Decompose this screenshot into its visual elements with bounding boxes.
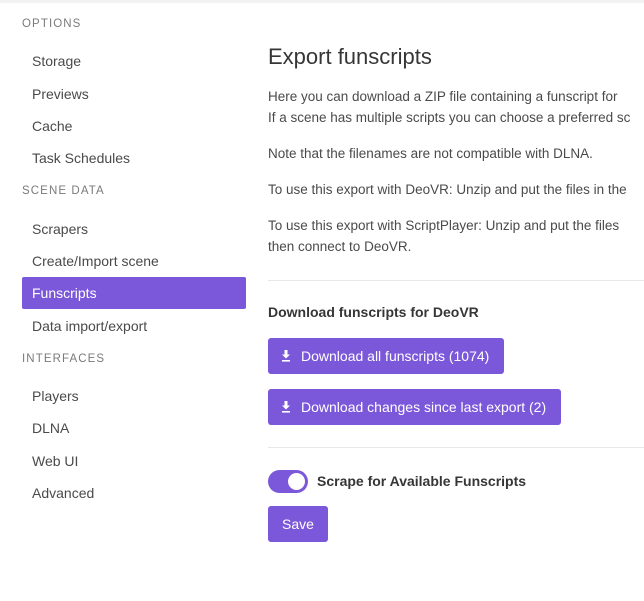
- sidebar-item-funscripts[interactable]: Funscripts: [22, 277, 246, 309]
- download-all-label: Download all funscripts (1074): [301, 348, 490, 364]
- download-heading: Download funscripts for DeoVR: [268, 304, 479, 320]
- toggle-knob: [288, 473, 305, 490]
- sidebar-item-dlna[interactable]: DLNA: [22, 412, 246, 444]
- section-label-options: OPTIONS: [22, 18, 82, 30]
- divider: [268, 447, 644, 448]
- sidebar-item-task-schedules[interactable]: Task Schedules: [22, 142, 246, 174]
- download-icon: [282, 401, 290, 413]
- settings-sidebar: OPTIONS Storage Previews Cache Task Sche…: [0, 0, 260, 601]
- deovr-instructions: To use this export with DeoVR: Unzip and…: [268, 182, 627, 197]
- sidebar-item-data-import-export[interactable]: Data import/export: [22, 310, 246, 342]
- sidebar-item-players[interactable]: Players: [22, 380, 246, 412]
- intro-text-line-2: If a scene has multiple scripts you can …: [268, 110, 631, 125]
- download-changes-button[interactable]: Download changes since last export (2): [268, 389, 562, 425]
- scrape-funscripts-label: Scrape for Available Funscripts: [317, 473, 527, 489]
- sidebar-item-advanced[interactable]: Advanced: [22, 477, 246, 509]
- download-all-button[interactable]: Download all funscripts (1074): [268, 338, 505, 374]
- sidebar-item-cache[interactable]: Cache: [22, 110, 246, 142]
- download-icon: [282, 350, 290, 362]
- scriptplayer-instructions-line-1: To use this export with ScriptPlayer: Un…: [268, 218, 620, 233]
- intro-text-line-1: Here you can download a ZIP file contain…: [268, 89, 618, 104]
- funscripts-panel: Export funscripts Here you can download …: [268, 0, 644, 601]
- sidebar-item-previews[interactable]: Previews: [22, 78, 246, 110]
- sidebar-item-web-ui[interactable]: Web UI: [22, 445, 246, 477]
- scriptplayer-instructions-line-2: then connect to DeoVR.: [268, 239, 412, 254]
- dlna-note: Note that the filenames are not compatib…: [268, 146, 593, 161]
- sidebar-item-create-import-scene[interactable]: Create/Import scene: [22, 245, 246, 277]
- scrape-funscripts-toggle[interactable]: [268, 470, 308, 493]
- sidebar-item-scrapers[interactable]: Scrapers: [22, 213, 246, 245]
- page-title: Export funscripts: [268, 44, 432, 69]
- save-button[interactable]: Save: [268, 506, 328, 542]
- divider: [268, 280, 644, 281]
- section-label-scene-data: SCENE DATA: [22, 185, 105, 197]
- download-changes-label: Download changes since last export (2): [301, 399, 547, 415]
- section-label-interfaces: INTERFACES: [22, 353, 106, 365]
- sidebar-item-storage[interactable]: Storage: [22, 45, 246, 77]
